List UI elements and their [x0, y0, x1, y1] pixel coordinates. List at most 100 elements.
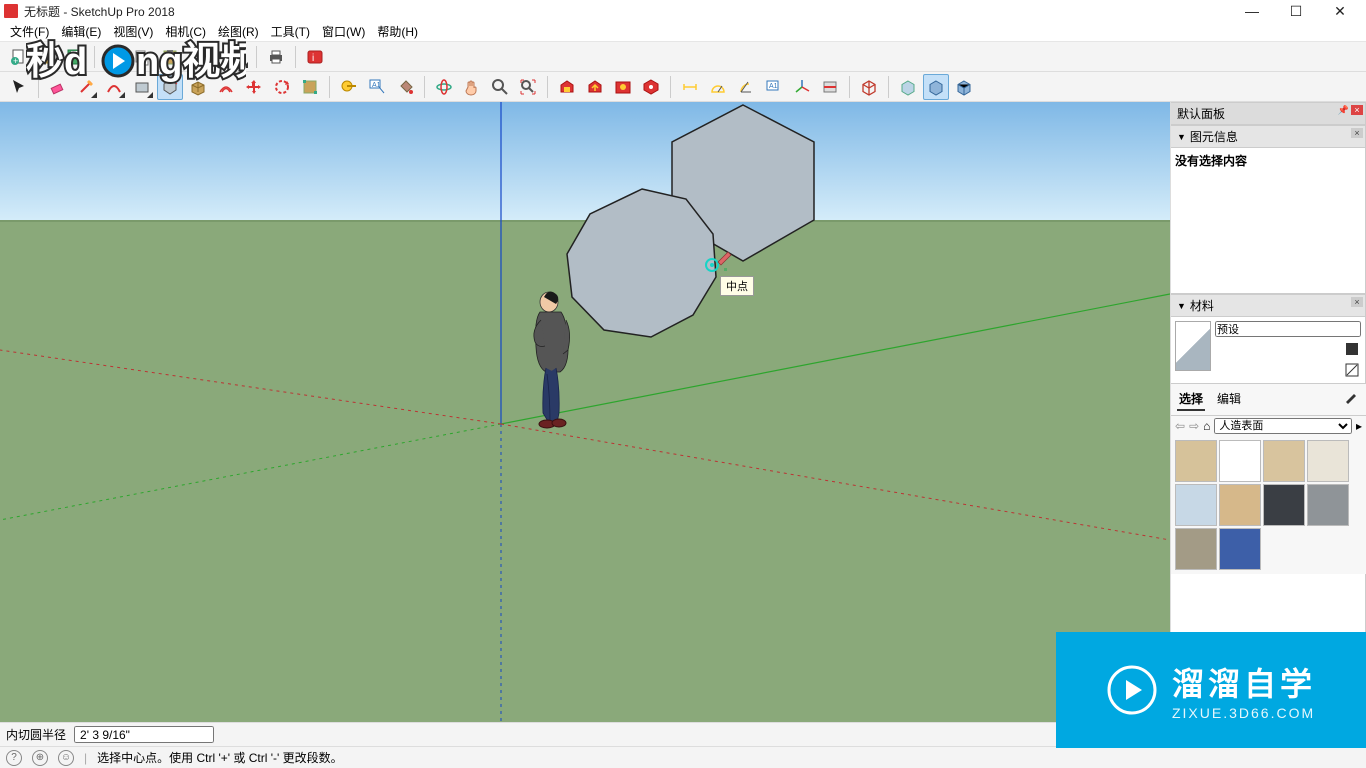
- orbit-tool[interactable]: [431, 74, 457, 100]
- menu-help[interactable]: 帮助(H): [371, 23, 424, 40]
- inference-tooltip: 中点: [720, 276, 754, 296]
- paste-button[interactable]: [157, 44, 183, 70]
- shapes-tool[interactable]: [129, 74, 155, 100]
- dimensions-tool[interactable]: [677, 74, 703, 100]
- copy-button[interactable]: [129, 44, 155, 70]
- materials-tab-select[interactable]: 选择: [1177, 388, 1205, 411]
- extension-manager[interactable]: [638, 74, 664, 100]
- redo-button[interactable]: [224, 44, 250, 70]
- panel-close[interactable]: ×: [1351, 297, 1363, 307]
- materials-title: 材料: [1190, 297, 1214, 314]
- axes-tool[interactable]: [789, 74, 815, 100]
- scale-tool[interactable]: [297, 74, 323, 100]
- measurement-input[interactable]: [74, 726, 214, 743]
- material-swatch[interactable]: [1219, 484, 1261, 526]
- entity-info-header[interactable]: ▼ 图元信息 ×: [1171, 125, 1366, 148]
- material-swatch[interactable]: [1263, 440, 1305, 482]
- status-bar: ? ⊕ ☺ | 选择中心点。使用 Ctrl '+' 或 Ctrl '-' 更改段…: [0, 746, 1366, 768]
- pan-tool[interactable]: [459, 74, 485, 100]
- tray-resize-bottom2[interactable]: ×: [1171, 708, 1366, 722]
- protractor-tool-alt[interactable]: [705, 74, 731, 100]
- close-button[interactable]: ✕: [1318, 0, 1362, 22]
- library-menu-icon[interactable]: ▸: [1356, 419, 1362, 433]
- panel-close[interactable]: ×: [1351, 128, 1363, 138]
- viewport-3d[interactable]: 中点: [0, 102, 1170, 722]
- maximize-button[interactable]: ☐: [1274, 0, 1318, 22]
- tray-resize-bottom[interactable]: ×: [1171, 694, 1366, 708]
- arcs-tool[interactable]: [101, 74, 127, 100]
- 3d-warehouse-get[interactable]: [554, 74, 580, 100]
- angle-dim-tool[interactable]: [733, 74, 759, 100]
- geo-icon[interactable]: ⊕: [32, 750, 48, 766]
- iso-view-button[interactable]: [856, 74, 882, 100]
- current-material-swatch[interactable]: [1175, 321, 1211, 371]
- menu-tools[interactable]: 工具(T): [265, 23, 316, 40]
- paint-bucket-tool[interactable]: [392, 74, 418, 100]
- materials-preview-row: [1171, 317, 1366, 384]
- text-tool[interactable]: A1: [364, 74, 390, 100]
- material-swatch[interactable]: [1219, 440, 1261, 482]
- standard-toolbar: + i: [0, 42, 1366, 72]
- menu-draw[interactable]: 绘图(R): [212, 23, 265, 40]
- shaded-toggle[interactable]: [951, 74, 977, 100]
- menu-edit[interactable]: 编辑(E): [55, 23, 107, 40]
- material-swatch[interactable]: [1219, 528, 1261, 570]
- nav-fwd-icon[interactable]: ⇨: [1189, 419, 1199, 433]
- offset-tool[interactable]: [213, 74, 239, 100]
- material-swatch[interactable]: [1175, 440, 1217, 482]
- materials-header[interactable]: ▼ 材料 ×: [1171, 294, 1366, 317]
- model-info-button[interactable]: i: [302, 44, 328, 70]
- menu-view[interactable]: 视图(V): [107, 23, 159, 40]
- material-swatch[interactable]: [1307, 440, 1349, 482]
- material-swatch[interactable]: [1307, 484, 1349, 526]
- create-material-button[interactable]: [1343, 340, 1361, 358]
- select-tool[interactable]: [6, 74, 32, 100]
- materials-nav: ⇦ ⇨ ⌂ 人造表面 ▸: [1171, 416, 1366, 436]
- zoom-extents-tool[interactable]: [515, 74, 541, 100]
- extension-warehouse[interactable]: [610, 74, 636, 100]
- save-doc-button[interactable]: [62, 44, 88, 70]
- back-edges-toggle[interactable]: [923, 74, 949, 100]
- xray-toggle[interactable]: [895, 74, 921, 100]
- material-swatch[interactable]: [1175, 484, 1217, 526]
- polygon-tool[interactable]: [157, 74, 183, 100]
- open-doc-button[interactable]: [34, 44, 60, 70]
- lines-tool[interactable]: [73, 74, 99, 100]
- cut-button[interactable]: [101, 44, 127, 70]
- material-swatch[interactable]: [1175, 528, 1217, 570]
- undo-button[interactable]: [196, 44, 222, 70]
- menu-camera[interactable]: 相机(C): [159, 23, 212, 40]
- zoom-tool[interactable]: [487, 74, 513, 100]
- sample-paint-button[interactable]: [1342, 388, 1360, 406]
- menu-window[interactable]: 窗口(W): [316, 23, 371, 40]
- pin-icon[interactable]: 📌: [1338, 105, 1349, 116]
- svg-text:i: i: [312, 53, 314, 64]
- material-name-field[interactable]: [1215, 321, 1361, 337]
- tape-measure-tool[interactable]: [336, 74, 362, 100]
- material-swatch[interactable]: [1263, 484, 1305, 526]
- material-category-select[interactable]: 人造表面: [1214, 418, 1352, 434]
- section-plane-tool[interactable]: [817, 74, 843, 100]
- nav-back-icon[interactable]: ⇦: [1175, 419, 1185, 433]
- tray-close[interactable]: ×: [1351, 105, 1363, 115]
- measurement-label: 内切圆半径: [6, 726, 66, 743]
- push-pull-tool[interactable]: [185, 74, 211, 100]
- material-default-button[interactable]: [1343, 361, 1361, 379]
- minimize-button[interactable]: —: [1230, 0, 1274, 22]
- text-3d-tool[interactable]: A1: [761, 74, 787, 100]
- move-tool[interactable]: [241, 74, 267, 100]
- home-icon[interactable]: ⌂: [1203, 419, 1210, 433]
- print-button[interactable]: [263, 44, 289, 70]
- 3d-warehouse-share[interactable]: [582, 74, 608, 100]
- menu-file[interactable]: 文件(F): [4, 23, 55, 40]
- new-doc-button[interactable]: +: [6, 44, 32, 70]
- status-hint: 选择中心点。使用 Ctrl '+' 或 Ctrl '-' 更改段数。: [97, 749, 343, 766]
- materials-tab-edit[interactable]: 编辑: [1215, 388, 1243, 411]
- help-icon[interactable]: ?: [6, 750, 22, 766]
- tray-header[interactable]: 默认面板 📌 ×: [1171, 102, 1366, 125]
- rotate-tool[interactable]: [269, 74, 295, 100]
- eraser-tool[interactable]: [45, 74, 71, 100]
- collapse-icon: ▼: [1177, 132, 1186, 142]
- title-bar: 无标题 - SketchUp Pro 2018 — ☐ ✕: [0, 0, 1366, 22]
- user-icon[interactable]: ☺: [58, 750, 74, 766]
